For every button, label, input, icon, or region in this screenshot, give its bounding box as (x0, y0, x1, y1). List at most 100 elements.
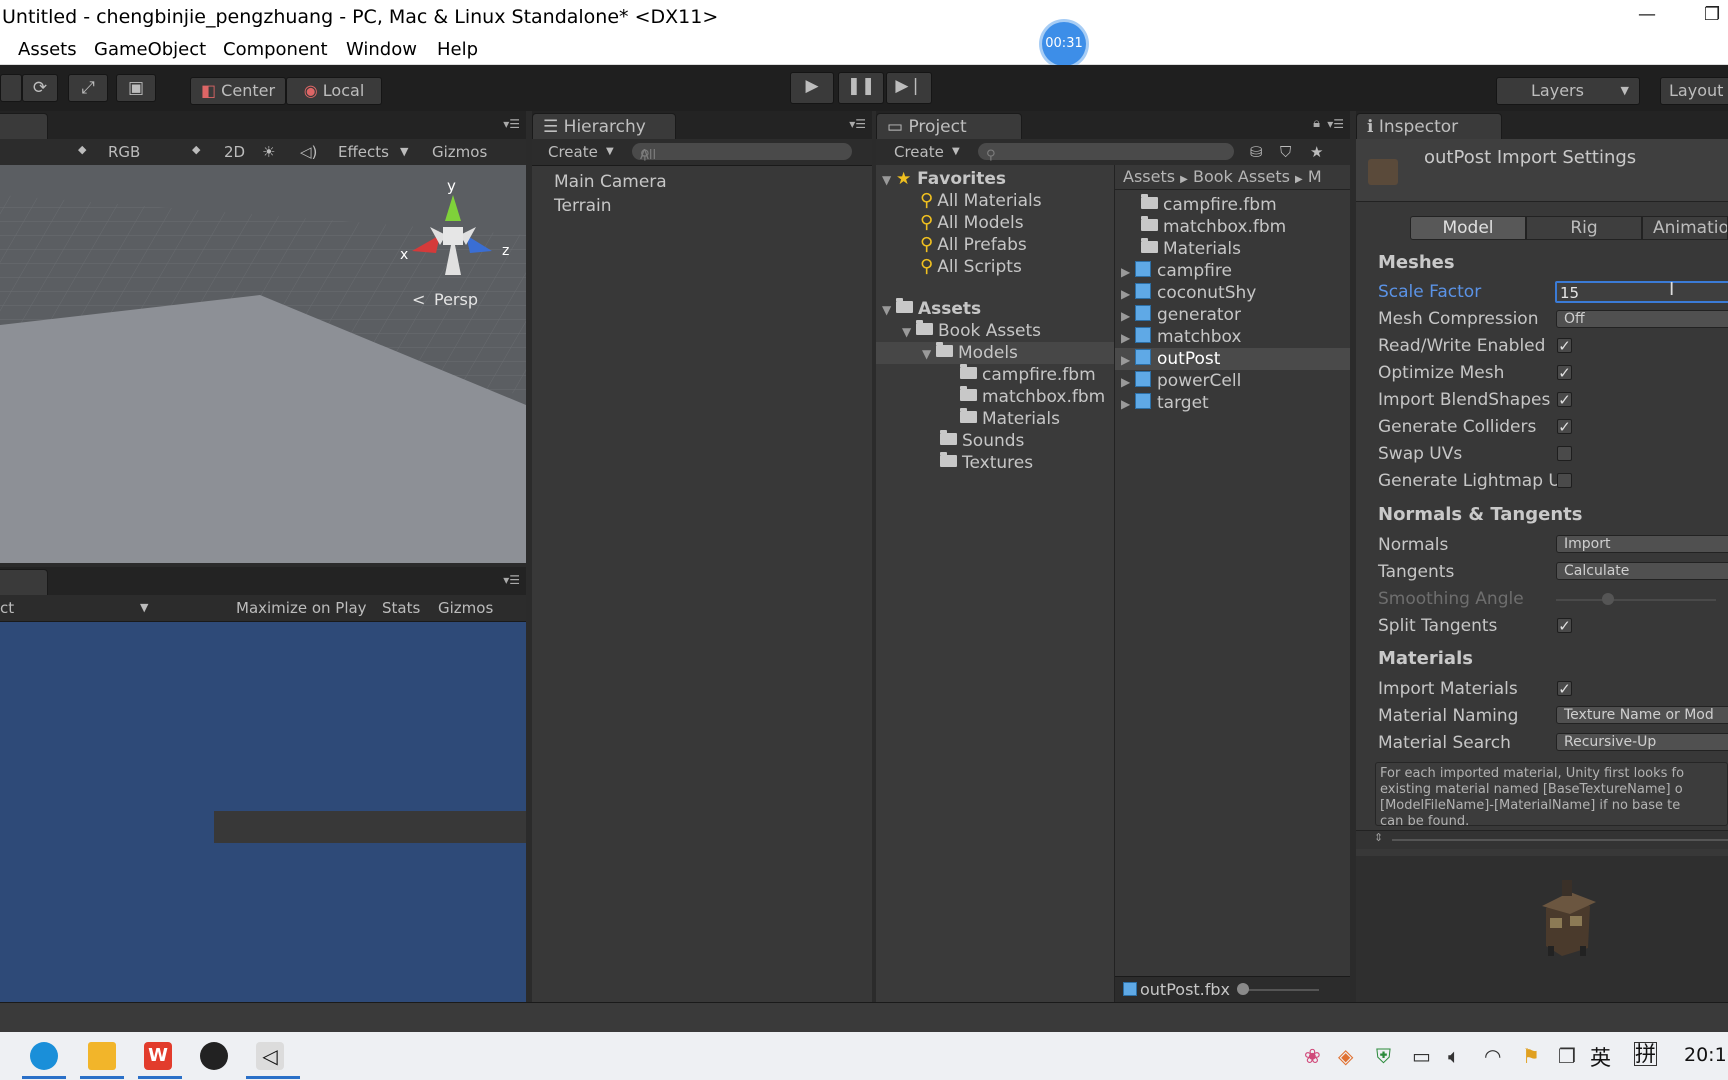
game-gizmos-dropdown[interactable]: Gizmos (438, 599, 493, 617)
tab-scene[interactable] (0, 113, 48, 139)
tree-folder[interactable]: campfire.fbm (960, 364, 1096, 386)
favorite-star-icon[interactable]: ★ (1310, 143, 1323, 161)
shading-dropdown-arrow-icon[interactable]: ◆ (78, 143, 86, 156)
effects-dropdown[interactable]: Effects (338, 143, 389, 161)
unity-app-icon[interactable]: ◁ (256, 1042, 284, 1070)
tab-project[interactable]: ▭ Project (876, 113, 1022, 139)
menu-assets[interactable]: Assets (18, 39, 77, 60)
move-tool-button[interactable] (0, 74, 22, 102)
swap-uvs-checkbox[interactable] (1557, 446, 1572, 461)
assets-group[interactable]: ▼ Assets (882, 298, 981, 320)
list-item[interactable]: ▶ target (1121, 392, 1209, 414)
tree-folder-book-assets[interactable]: ▼ Book Assets (902, 320, 1041, 342)
tree-folder-textures[interactable]: Textures (940, 452, 1033, 474)
breadcrumb-item[interactable]: M (1308, 167, 1322, 186)
mesh-compression-dropdown[interactable]: Off (1556, 310, 1728, 328)
model-preview[interactable] (1356, 856, 1728, 1002)
hierarchy-create-dropdown[interactable]: Create (548, 143, 598, 161)
stats-toggle[interactable]: Stats (382, 599, 420, 617)
layers-dropdown[interactable]: Layers ▼ (1496, 77, 1640, 105)
read-write-checkbox[interactable]: ✓ (1557, 338, 1572, 354)
zoom-slider-handle[interactable] (1237, 983, 1249, 995)
list-item[interactable]: ▶ coconutShy (1121, 282, 1256, 304)
import-blendshapes-checkbox[interactable]: ✓ (1557, 392, 1572, 408)
tree-folder-sounds[interactable]: Sounds (940, 430, 1024, 452)
rect-tool-button[interactable]: ▣ (116, 74, 156, 102)
generate-lightmap-checkbox[interactable] (1557, 473, 1572, 488)
hierarchy-search-input[interactable]: ⚲ All (632, 143, 852, 163)
battery-icon[interactable]: ▭ (1412, 1044, 1431, 1068)
tray-app-icon[interactable]: ⚑ (1522, 1044, 1540, 1068)
menu-component[interactable]: Component (223, 39, 328, 60)
project-create-dropdown[interactable]: Create (894, 143, 944, 161)
favorite-item[interactable]: ⚲ All Materials (920, 190, 1042, 212)
material-search-dropdown[interactable]: Recursive-Up (1556, 733, 1728, 751)
tab-game[interactable] (0, 569, 48, 595)
project-search-input[interactable]: ⚲ (978, 143, 1234, 163)
optimize-mesh-checkbox[interactable]: ✓ (1557, 365, 1572, 381)
panel-menu-icon[interactable]: ▾☰ (503, 573, 520, 587)
wps-office-icon[interactable]: W (144, 1042, 172, 1070)
step-button[interactable]: ▶❘ (886, 72, 932, 104)
tangents-dropdown[interactable]: Calculate (1556, 562, 1728, 580)
split-tangents-checkbox[interactable]: ✓ (1557, 618, 1572, 634)
list-item[interactable]: ▶ generator (1121, 304, 1241, 326)
resize-handle-icon[interactable]: ⇕ (1374, 831, 1383, 844)
ime-mode-indicator[interactable]: 拼 (1634, 1042, 1657, 1066)
clock-time[interactable]: 20:16 (1684, 1044, 1728, 1066)
list-item-selected[interactable]: ▶ outPost (1121, 348, 1220, 370)
minimize-icon[interactable]: — (1638, 4, 1656, 25)
list-item[interactable]: ▶ campfire (1121, 260, 1232, 282)
tab-rig[interactable]: Rig (1526, 216, 1642, 240)
menu-help[interactable]: Help (437, 39, 478, 60)
list-item[interactable]: ▶ matchbox (1121, 326, 1242, 348)
filter-label-icon[interactable]: ⛉ (1280, 143, 1291, 161)
normals-dropdown[interactable]: Import (1556, 535, 1728, 553)
obs-recorder-icon[interactable] (200, 1042, 228, 1070)
panel-menu-icon[interactable]: ▾☰ (1327, 117, 1344, 131)
copy-icon[interactable]: ❐ (1558, 1044, 1576, 1068)
hierarchy-item[interactable]: Main Camera (554, 171, 667, 193)
menu-window[interactable]: Window (346, 39, 417, 60)
audio-toggle-icon[interactable]: ◁) (300, 143, 317, 161)
persp-label[interactable]: Persp (434, 290, 478, 309)
scene-gizmos-dropdown[interactable]: Gizmos (432, 143, 487, 161)
render-mode-dropdown[interactable]: RGB (108, 143, 140, 161)
favorite-item[interactable]: ⚲ All Prefabs (920, 234, 1027, 256)
tab-hierarchy[interactable]: ☰ Hierarchy (532, 113, 676, 139)
filter-type-icon[interactable]: ⛁ (1250, 143, 1263, 161)
lock-icon[interactable]: 🔒︎ (1313, 116, 1320, 131)
scale-tool-button[interactable]: ⤢ (68, 74, 108, 102)
restore-icon[interactable]: ❐ (1704, 4, 1720, 25)
material-naming-dropdown[interactable]: Texture Name or Mod (1556, 706, 1728, 724)
list-item[interactable]: campfire.fbm (1141, 194, 1277, 216)
security-shield-icon[interactable]: ⛨ (1376, 1044, 1391, 1068)
zoom-slider-track[interactable] (1243, 989, 1319, 991)
list-item[interactable]: ▶ powerCell (1121, 370, 1241, 392)
tab-animation[interactable]: Animatio (1642, 216, 1728, 240)
favorites-group[interactable]: ▼ ★ Favorites (882, 168, 1006, 190)
tab-model[interactable]: Model (1410, 216, 1526, 240)
edge-browser-icon[interactable] (30, 1042, 58, 1070)
tray-app-icon[interactable]: ◈ (1338, 1044, 1353, 1068)
play-button[interactable]: ▶ (790, 72, 834, 104)
list-item[interactable]: Materials (1141, 238, 1241, 260)
pivot-local-button[interactable]: ◉ Local (286, 77, 382, 105)
aspect-dropdown[interactable]: ct (0, 599, 14, 617)
generate-colliders-checkbox[interactable]: ✓ (1557, 419, 1572, 435)
wifi-icon[interactable]: ◠ (1484, 1044, 1501, 1068)
tree-folder-models[interactable]: ▼ Models (922, 342, 1018, 364)
breadcrumb-item[interactable]: Book Assets (1193, 167, 1290, 186)
menu-gameobject[interactable]: GameObject (94, 39, 206, 60)
scale-factor-input[interactable]: 15 I (1555, 279, 1728, 303)
rotate-tool-button[interactable]: ⟳ (22, 74, 58, 102)
lighting-toggle-icon[interactable]: ☀ (262, 143, 275, 161)
breadcrumb-item[interactable]: Assets (1123, 167, 1175, 186)
ime-language-indicator[interactable]: 英 (1590, 1042, 1611, 1072)
panel-menu-icon[interactable]: ▾☰ (849, 117, 866, 131)
toggle-2d-button[interactable]: 2D (224, 143, 245, 161)
scene-viewport[interactable]: y x z < Persp (0, 165, 526, 563)
smoothing-angle-slider[interactable] (1556, 599, 1716, 601)
tab-inspector[interactable]: ℹ Inspector (1356, 113, 1502, 139)
layout-dropdown[interactable]: Layout (1660, 77, 1728, 105)
